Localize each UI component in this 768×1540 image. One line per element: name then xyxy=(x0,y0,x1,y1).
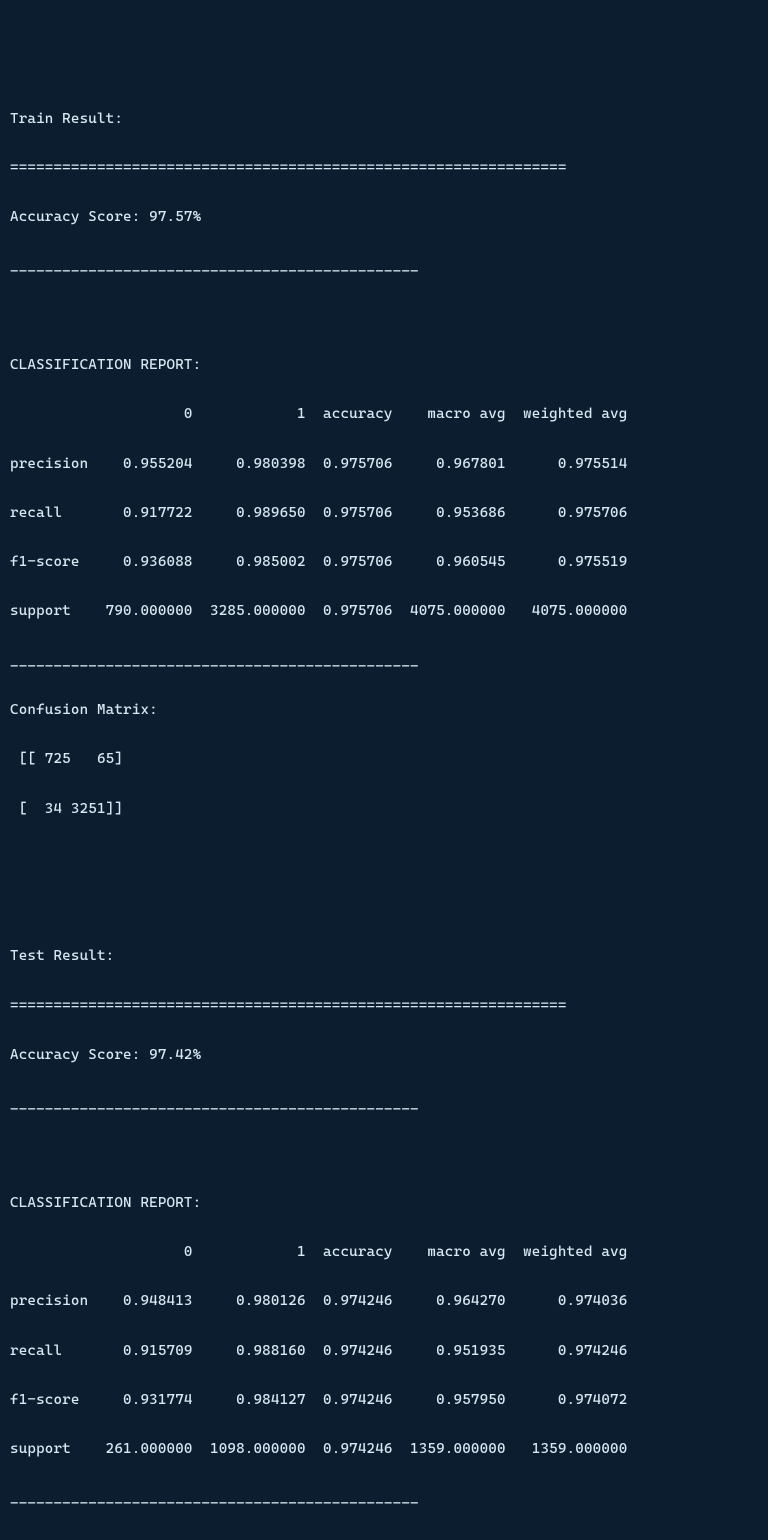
train-header: Train Result: xyxy=(10,107,758,132)
train-hr-double: ========================================… xyxy=(10,156,758,181)
test-hr-single-2: ________________________________________… xyxy=(10,1486,758,1511)
train-table-head: 0 1 accuracy macro avg weighted avg xyxy=(10,402,758,427)
test-table-row: recall 0.915709 0.988160 0.974246 0.9519… xyxy=(10,1339,758,1364)
blank-line xyxy=(10,1141,758,1166)
test-cm-title: Confusion Matrix: xyxy=(10,1536,758,1540)
train-cm-row: [[ 725 65] xyxy=(10,747,758,772)
test-table-row: f1-score 0.931774 0.984127 0.974246 0.95… xyxy=(10,1388,758,1413)
blank-line xyxy=(10,895,758,920)
train-accuracy: Accuracy Score: 97.57% xyxy=(10,205,758,230)
test-accuracy: Accuracy Score: 97.42% xyxy=(10,1043,758,1068)
train-report-title: CLASSIFICATION REPORT: xyxy=(10,353,758,378)
blank-line xyxy=(10,304,758,329)
train-hr-single-2: ________________________________________… xyxy=(10,649,758,674)
train-cm-row: [ 34 3251]] xyxy=(10,797,758,822)
train-table-row: recall 0.917722 0.989650 0.975706 0.9536… xyxy=(10,501,758,526)
train-table-row: precision 0.955204 0.980398 0.975706 0.9… xyxy=(10,452,758,477)
test-table-row: support 261.000000 1098.000000 0.974246 … xyxy=(10,1437,758,1462)
test-hr-single-1: ________________________________________… xyxy=(10,1092,758,1117)
test-table-row: precision 0.948413 0.980126 0.974246 0.9… xyxy=(10,1289,758,1314)
train-table-row: f1-score 0.936088 0.985002 0.975706 0.96… xyxy=(10,550,758,575)
test-table-head: 0 1 accuracy macro avg weighted avg xyxy=(10,1240,758,1265)
train-cm-title: Confusion Matrix: xyxy=(10,698,758,723)
blank-line xyxy=(10,846,758,871)
test-report-title: CLASSIFICATION REPORT: xyxy=(10,1191,758,1216)
train-hr-single-1: ________________________________________… xyxy=(10,254,758,279)
train-table-row: support 790.000000 3285.000000 0.975706 … xyxy=(10,599,758,624)
test-hr-double: ========================================… xyxy=(10,994,758,1019)
test-header: Test Result: xyxy=(10,944,758,969)
